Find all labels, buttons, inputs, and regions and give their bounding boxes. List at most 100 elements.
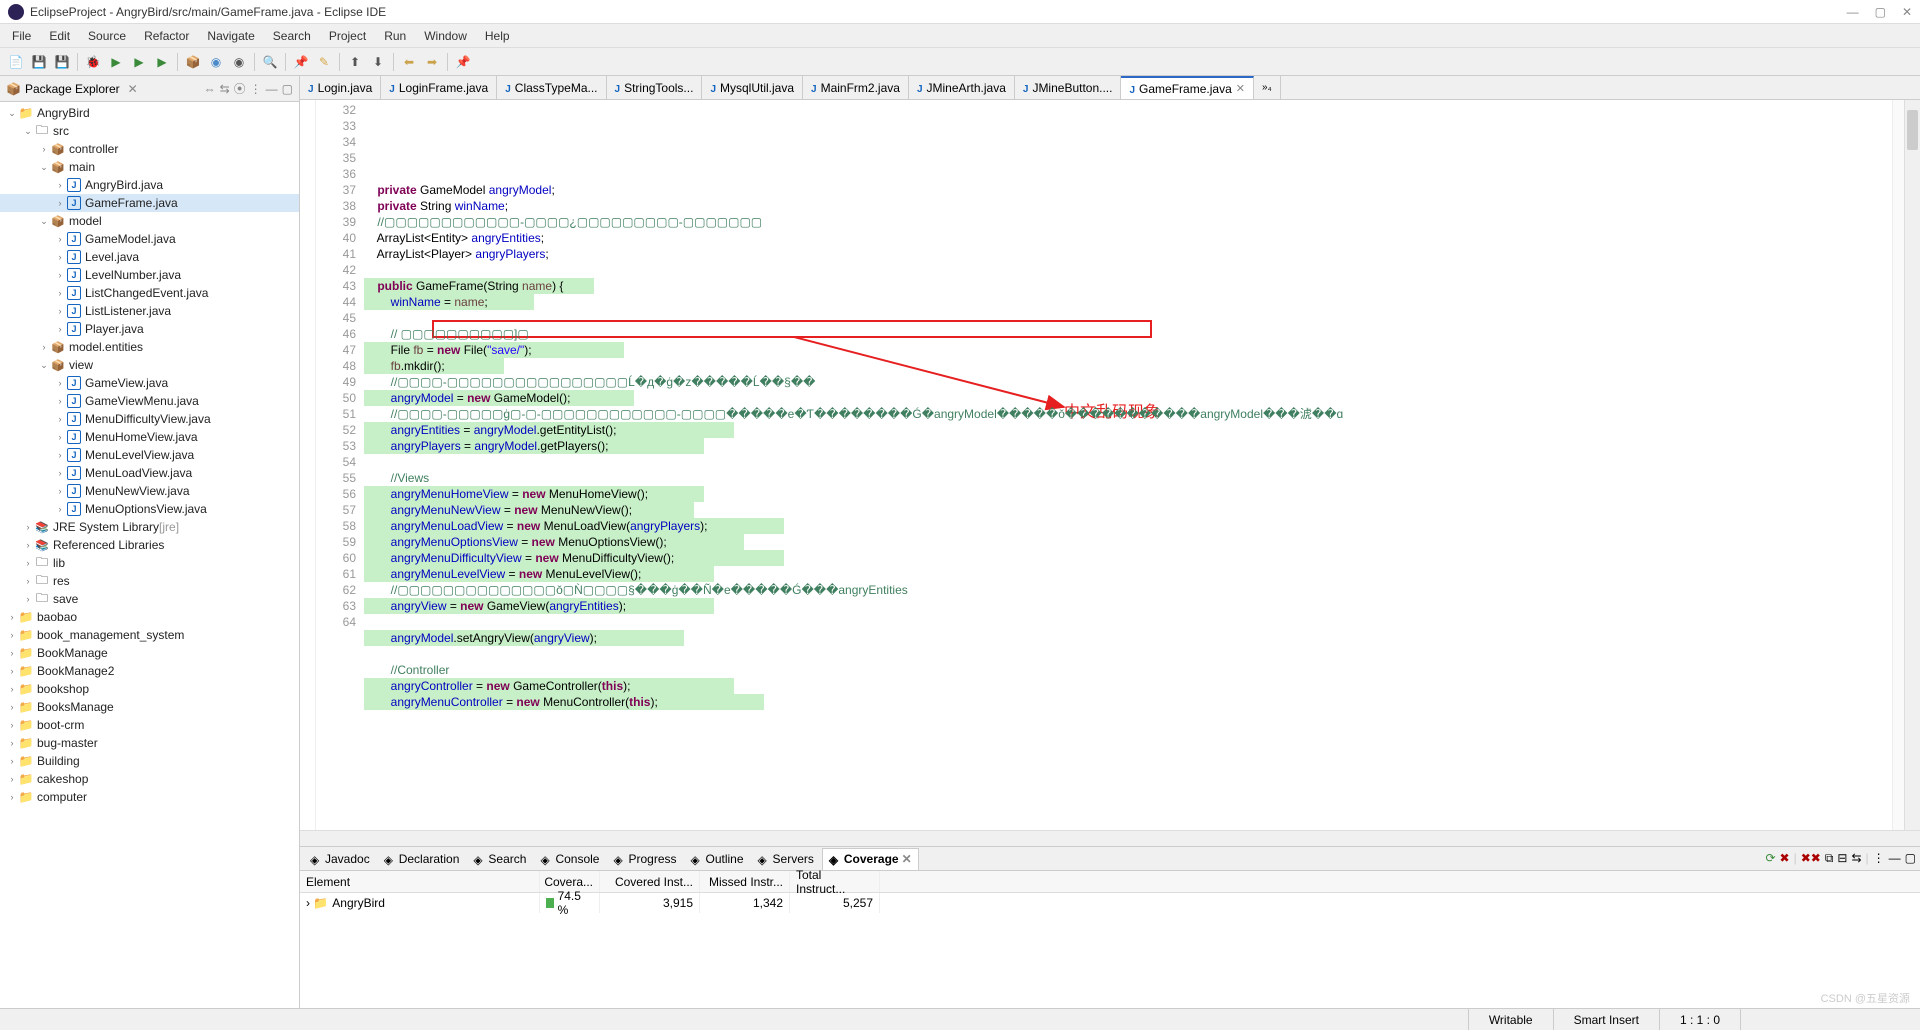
editor-tab[interactable]: MysqlUtil.java [702,76,803,100]
editor-tab[interactable]: MainFrm2.java [803,76,909,100]
search-icon[interactable]: 🔍 [260,52,280,72]
bottom-tab-search[interactable]: ◈Search [467,848,532,870]
remove-session-icon[interactable]: ✖ [1780,851,1790,866]
tree-item[interactable]: ›bug-master [0,734,299,752]
twist-icon[interactable]: › [6,720,18,730]
coverage-row[interactable]: › 📁AngryBird74.5 %3,9151,3425,257 [300,893,1920,913]
bottom-tab-progress[interactable]: ◈Progress [607,848,682,870]
twist-icon[interactable]: › [38,342,50,352]
twist-icon[interactable]: › [54,432,66,442]
back-icon[interactable]: ⬅ [399,52,419,72]
twist-icon[interactable]: › [54,306,66,316]
twist-icon[interactable]: › [54,468,66,478]
editor-tab[interactable]: JMineArth.java [909,76,1015,100]
pin-icon[interactable]: 📌 [453,52,473,72]
col-covered[interactable]: Covered Inst... [600,871,700,892]
twist-icon[interactable]: › [54,414,66,424]
twist-icon[interactable]: › [38,144,50,154]
twist-icon[interactable]: ⌄ [6,108,18,119]
tree-item[interactable]: ›MenuNewView.java [0,482,299,500]
twist-icon[interactable]: › [54,504,66,514]
twist-icon[interactable]: › [54,198,66,208]
tree-item[interactable]: ›save [0,590,299,608]
tree-item[interactable]: ›cakeshop [0,770,299,788]
menu-window[interactable]: Window [416,27,475,45]
tree-item[interactable]: ›GameModel.java [0,230,299,248]
tree-item[interactable]: ›Building [0,752,299,770]
twist-icon[interactable]: ⌄ [22,126,34,137]
max-panel-icon[interactable]: ▢ [1905,851,1916,866]
tree-item[interactable]: ›lib [0,554,299,572]
toggle-mark-icon[interactable]: 📌 [291,52,311,72]
view-menu2-icon[interactable]: ⋮ [1873,851,1885,866]
tree-item[interactable]: ›BooksManage [0,698,299,716]
tree-item[interactable]: ›Player.java [0,320,299,338]
close-view-icon[interactable]: ✕ [128,82,138,96]
bottom-tab-servers[interactable]: ◈Servers [752,848,820,870]
twist-icon[interactable]: › [54,324,66,334]
tree-item[interactable]: ›BookManage2 [0,662,299,680]
minimize-view-icon[interactable]: — [266,82,278,96]
close-tab-icon[interactable]: ✕ [1236,82,1245,95]
open-type-icon[interactable]: ◉ [229,52,249,72]
twist-icon[interactable]: › [54,288,66,298]
tree-item[interactable]: ›MenuLoadView.java [0,464,299,482]
tree-item[interactable]: ›baobao [0,608,299,626]
bottom-tab-outline[interactable]: ◈Outline [685,848,750,870]
twist-icon[interactable]: › [54,378,66,388]
vertical-scrollbar[interactable] [1904,100,1920,830]
twist-icon[interactable]: › [22,594,34,604]
forward-icon[interactable]: ➡ [422,52,442,72]
menu-refactor[interactable]: Refactor [136,27,197,45]
twist-icon[interactable]: › [6,774,18,784]
tree-item[interactable]: ⌄model [0,212,299,230]
twist-icon[interactable]: › [6,738,18,748]
twist-icon[interactable]: › [6,702,18,712]
twist-icon[interactable]: › [22,522,34,532]
menu-run[interactable]: Run [376,27,414,45]
tree-item[interactable]: ›Referenced Libraries [0,536,299,554]
tree-item[interactable]: ›ListChangedEvent.java [0,284,299,302]
editor-tab[interactable]: GameFrame.java✕ [1121,76,1253,100]
twist-icon[interactable]: ⌄ [38,216,50,227]
project-tree[interactable]: ⌄AngryBird⌄src›controller⌄main›AngryBird… [0,102,299,1008]
new-icon[interactable]: 📄 [6,52,26,72]
prev-annotation-icon[interactable]: ⬆ [345,52,365,72]
bottom-tab-declaration[interactable]: ◈Declaration [378,848,466,870]
tree-item[interactable]: ⌄view [0,356,299,374]
debug-icon[interactable]: 🐞 [83,52,103,72]
tree-item[interactable]: ›model.entities [0,338,299,356]
horizontal-scrollbar[interactable] [300,830,1920,846]
code-editor[interactable]: 中文乱码现象 private GameModel angryModel; pri… [364,100,1892,830]
tree-item[interactable]: ›res [0,572,299,590]
menu-project[interactable]: Project [321,27,374,45]
twist-icon[interactable]: › [54,180,66,190]
tree-item[interactable]: ›Level.java [0,248,299,266]
bottom-tab-coverage[interactable]: ◈Coverage ✕ [822,848,919,870]
twist-icon[interactable]: › [54,486,66,496]
link-editor-icon[interactable]: ⇆ [220,82,230,96]
twist-icon[interactable]: › [22,576,34,586]
tree-item[interactable]: ⌄AngryBird [0,104,299,122]
link-icon[interactable]: ⇆ [1851,851,1861,866]
editor-tab[interactable]: LoginFrame.java [381,76,497,100]
new-class-icon[interactable]: ◉ [206,52,226,72]
twist-icon[interactable]: › [22,558,34,568]
twist-icon[interactable]: › [54,270,66,280]
twist-icon[interactable]: › [6,792,18,802]
bottom-tab-javadoc[interactable]: ◈Javadoc [304,848,376,870]
twist-icon[interactable]: › [22,540,34,550]
tree-item[interactable]: ›computer [0,788,299,806]
editor-tab[interactable]: StringTools... [607,76,703,100]
focus-icon[interactable]: ⦿ [234,80,246,97]
minimize-icon[interactable]: — [1847,5,1859,19]
twist-icon[interactable]: › [6,756,18,766]
tree-item[interactable]: ›controller [0,140,299,158]
bottom-tab-console[interactable]: ◈Console [534,848,605,870]
save-icon[interactable]: 💾 [29,52,49,72]
menu-file[interactable]: File [4,27,39,45]
wand-icon[interactable]: ✎ [314,52,334,72]
tree-item[interactable]: ›GameViewMenu.java [0,392,299,410]
twist-icon[interactable]: › [6,666,18,676]
twist-icon[interactable]: ⌄ [38,360,50,371]
